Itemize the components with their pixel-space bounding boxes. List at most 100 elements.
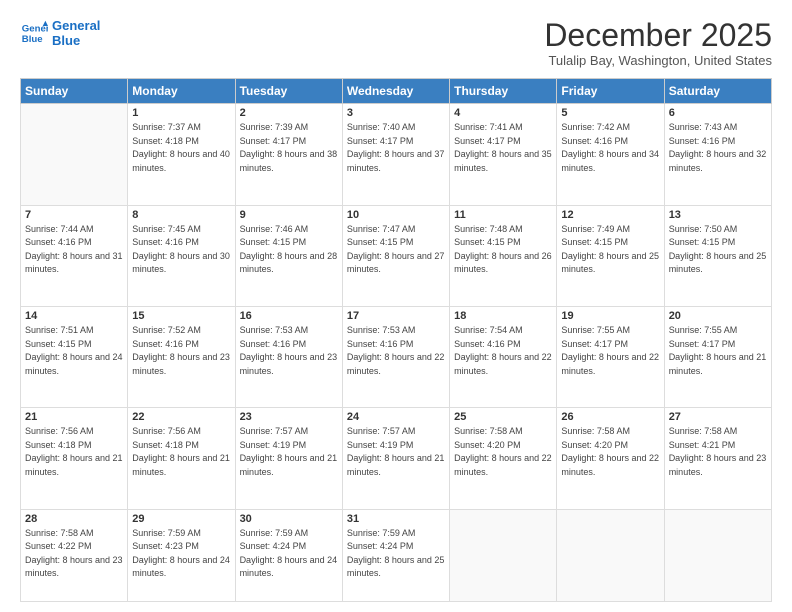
sunset: Sunset: 4:16 PM <box>454 339 521 349</box>
calendar-cell: 25 Sunrise: 7:58 AM Sunset: 4:20 PM Dayl… <box>450 408 557 509</box>
day-number: 23 <box>240 411 338 423</box>
sunset: Sunset: 4:16 PM <box>561 136 628 146</box>
day-number: 1 <box>132 107 230 119</box>
sunrise: Sunrise: 7:41 AM <box>454 122 523 132</box>
sunrise: Sunrise: 7:55 AM <box>561 325 630 335</box>
day-number: 22 <box>132 411 230 423</box>
day-info: Sunrise: 7:41 AM Sunset: 4:17 PM Dayligh… <box>454 121 552 175</box>
calendar-cell: 4 Sunrise: 7:41 AM Sunset: 4:17 PM Dayli… <box>450 104 557 205</box>
daylight: Daylight: 8 hours and 35 minutes. <box>454 149 552 173</box>
sunset: Sunset: 4:21 PM <box>669 440 736 450</box>
daylight: Daylight: 8 hours and 22 minutes. <box>454 352 552 376</box>
day-number: 7 <box>25 209 123 221</box>
calendar-cell: 20 Sunrise: 7:55 AM Sunset: 4:17 PM Dayl… <box>664 307 771 408</box>
sunset: Sunset: 4:15 PM <box>240 237 307 247</box>
day-info: Sunrise: 7:48 AM Sunset: 4:15 PM Dayligh… <box>454 223 552 277</box>
day-number: 4 <box>454 107 552 119</box>
sunset: Sunset: 4:17 PM <box>240 136 307 146</box>
sunrise: Sunrise: 7:58 AM <box>454 426 523 436</box>
daylight: Daylight: 8 hours and 24 minutes. <box>240 555 338 579</box>
sunrise: Sunrise: 7:46 AM <box>240 224 309 234</box>
calendar-cell: 8 Sunrise: 7:45 AM Sunset: 4:16 PM Dayli… <box>128 205 235 306</box>
sunrise: Sunrise: 7:58 AM <box>669 426 738 436</box>
month-title: December 2025 <box>544 18 772 53</box>
calendar-cell <box>21 104 128 205</box>
location: Tulalip Bay, Washington, United States <box>544 53 772 68</box>
daylight: Daylight: 8 hours and 30 minutes. <box>132 251 230 275</box>
sunrise: Sunrise: 7:57 AM <box>347 426 416 436</box>
day-info: Sunrise: 7:56 AM Sunset: 4:18 PM Dayligh… <box>132 425 230 479</box>
sunrise: Sunrise: 7:39 AM <box>240 122 309 132</box>
day-number: 25 <box>454 411 552 423</box>
day-number: 14 <box>25 310 123 322</box>
calendar-cell: 19 Sunrise: 7:55 AM Sunset: 4:17 PM Dayl… <box>557 307 664 408</box>
calendar-cell: 28 Sunrise: 7:58 AM Sunset: 4:22 PM Dayl… <box>21 509 128 601</box>
day-number: 5 <box>561 107 659 119</box>
sunrise: Sunrise: 7:47 AM <box>347 224 416 234</box>
day-number: 19 <box>561 310 659 322</box>
day-info: Sunrise: 7:46 AM Sunset: 4:15 PM Dayligh… <box>240 223 338 277</box>
day-info: Sunrise: 7:55 AM Sunset: 4:17 PM Dayligh… <box>561 324 659 378</box>
day-info: Sunrise: 7:58 AM Sunset: 4:20 PM Dayligh… <box>561 425 659 479</box>
calendar-cell: 3 Sunrise: 7:40 AM Sunset: 4:17 PM Dayli… <box>342 104 449 205</box>
calendar-cell: 27 Sunrise: 7:58 AM Sunset: 4:21 PM Dayl… <box>664 408 771 509</box>
calendar-cell: 13 Sunrise: 7:50 AM Sunset: 4:15 PM Dayl… <box>664 205 771 306</box>
sunrise: Sunrise: 7:44 AM <box>25 224 94 234</box>
calendar-cell: 26 Sunrise: 7:58 AM Sunset: 4:20 PM Dayl… <box>557 408 664 509</box>
sunset: Sunset: 4:16 PM <box>240 339 307 349</box>
sunrise: Sunrise: 7:56 AM <box>25 426 94 436</box>
calendar-cell <box>557 509 664 601</box>
logo-text: General Blue <box>52 18 100 48</box>
calendar-cell: 21 Sunrise: 7:56 AM Sunset: 4:18 PM Dayl… <box>21 408 128 509</box>
day-info: Sunrise: 7:59 AM Sunset: 4:23 PM Dayligh… <box>132 527 230 581</box>
day-number: 27 <box>669 411 767 423</box>
sunrise: Sunrise: 7:53 AM <box>347 325 416 335</box>
day-info: Sunrise: 7:39 AM Sunset: 4:17 PM Dayligh… <box>240 121 338 175</box>
day-number: 18 <box>454 310 552 322</box>
sunset: Sunset: 4:16 PM <box>347 339 414 349</box>
day-number: 11 <box>454 209 552 221</box>
day-info: Sunrise: 7:58 AM Sunset: 4:22 PM Dayligh… <box>25 527 123 581</box>
day-number: 15 <box>132 310 230 322</box>
day-number: 26 <box>561 411 659 423</box>
calendar-cell: 12 Sunrise: 7:49 AM Sunset: 4:15 PM Dayl… <box>557 205 664 306</box>
col-saturday: Saturday <box>664 79 771 104</box>
day-info: Sunrise: 7:58 AM Sunset: 4:20 PM Dayligh… <box>454 425 552 479</box>
daylight: Daylight: 8 hours and 23 minutes. <box>669 453 767 477</box>
title-block: December 2025 Tulalip Bay, Washington, U… <box>544 18 772 68</box>
logo-line1: General <box>52 18 100 33</box>
day-number: 6 <box>669 107 767 119</box>
sunrise: Sunrise: 7:54 AM <box>454 325 523 335</box>
sunrise: Sunrise: 7:45 AM <box>132 224 201 234</box>
calendar-cell: 9 Sunrise: 7:46 AM Sunset: 4:15 PM Dayli… <box>235 205 342 306</box>
col-thursday: Thursday <box>450 79 557 104</box>
logo-line2: Blue <box>52 33 80 48</box>
calendar-cell: 10 Sunrise: 7:47 AM Sunset: 4:15 PM Dayl… <box>342 205 449 306</box>
calendar-cell <box>664 509 771 601</box>
day-number: 20 <box>669 310 767 322</box>
calendar-week-0: 1 Sunrise: 7:37 AM Sunset: 4:18 PM Dayli… <box>21 104 772 205</box>
sunrise: Sunrise: 7:48 AM <box>454 224 523 234</box>
day-number: 24 <box>347 411 445 423</box>
day-number: 28 <box>25 513 123 525</box>
daylight: Daylight: 8 hours and 23 minutes. <box>132 352 230 376</box>
daylight: Daylight: 8 hours and 25 minutes. <box>347 555 445 579</box>
day-number: 16 <box>240 310 338 322</box>
day-info: Sunrise: 7:53 AM Sunset: 4:16 PM Dayligh… <box>240 324 338 378</box>
sunset: Sunset: 4:17 PM <box>669 339 736 349</box>
calendar-cell: 22 Sunrise: 7:56 AM Sunset: 4:18 PM Dayl… <box>128 408 235 509</box>
day-number: 10 <box>347 209 445 221</box>
daylight: Daylight: 8 hours and 38 minutes. <box>240 149 338 173</box>
day-info: Sunrise: 7:49 AM Sunset: 4:15 PM Dayligh… <box>561 223 659 277</box>
calendar-header-row: Sunday Monday Tuesday Wednesday Thursday… <box>21 79 772 104</box>
daylight: Daylight: 8 hours and 22 minutes. <box>561 453 659 477</box>
day-number: 29 <box>132 513 230 525</box>
calendar-cell: 16 Sunrise: 7:53 AM Sunset: 4:16 PM Dayl… <box>235 307 342 408</box>
sunrise: Sunrise: 7:42 AM <box>561 122 630 132</box>
sunrise: Sunrise: 7:58 AM <box>561 426 630 436</box>
day-info: Sunrise: 7:57 AM Sunset: 4:19 PM Dayligh… <box>240 425 338 479</box>
sunrise: Sunrise: 7:43 AM <box>669 122 738 132</box>
sunrise: Sunrise: 7:37 AM <box>132 122 201 132</box>
daylight: Daylight: 8 hours and 23 minutes. <box>240 352 338 376</box>
day-info: Sunrise: 7:56 AM Sunset: 4:18 PM Dayligh… <box>25 425 123 479</box>
